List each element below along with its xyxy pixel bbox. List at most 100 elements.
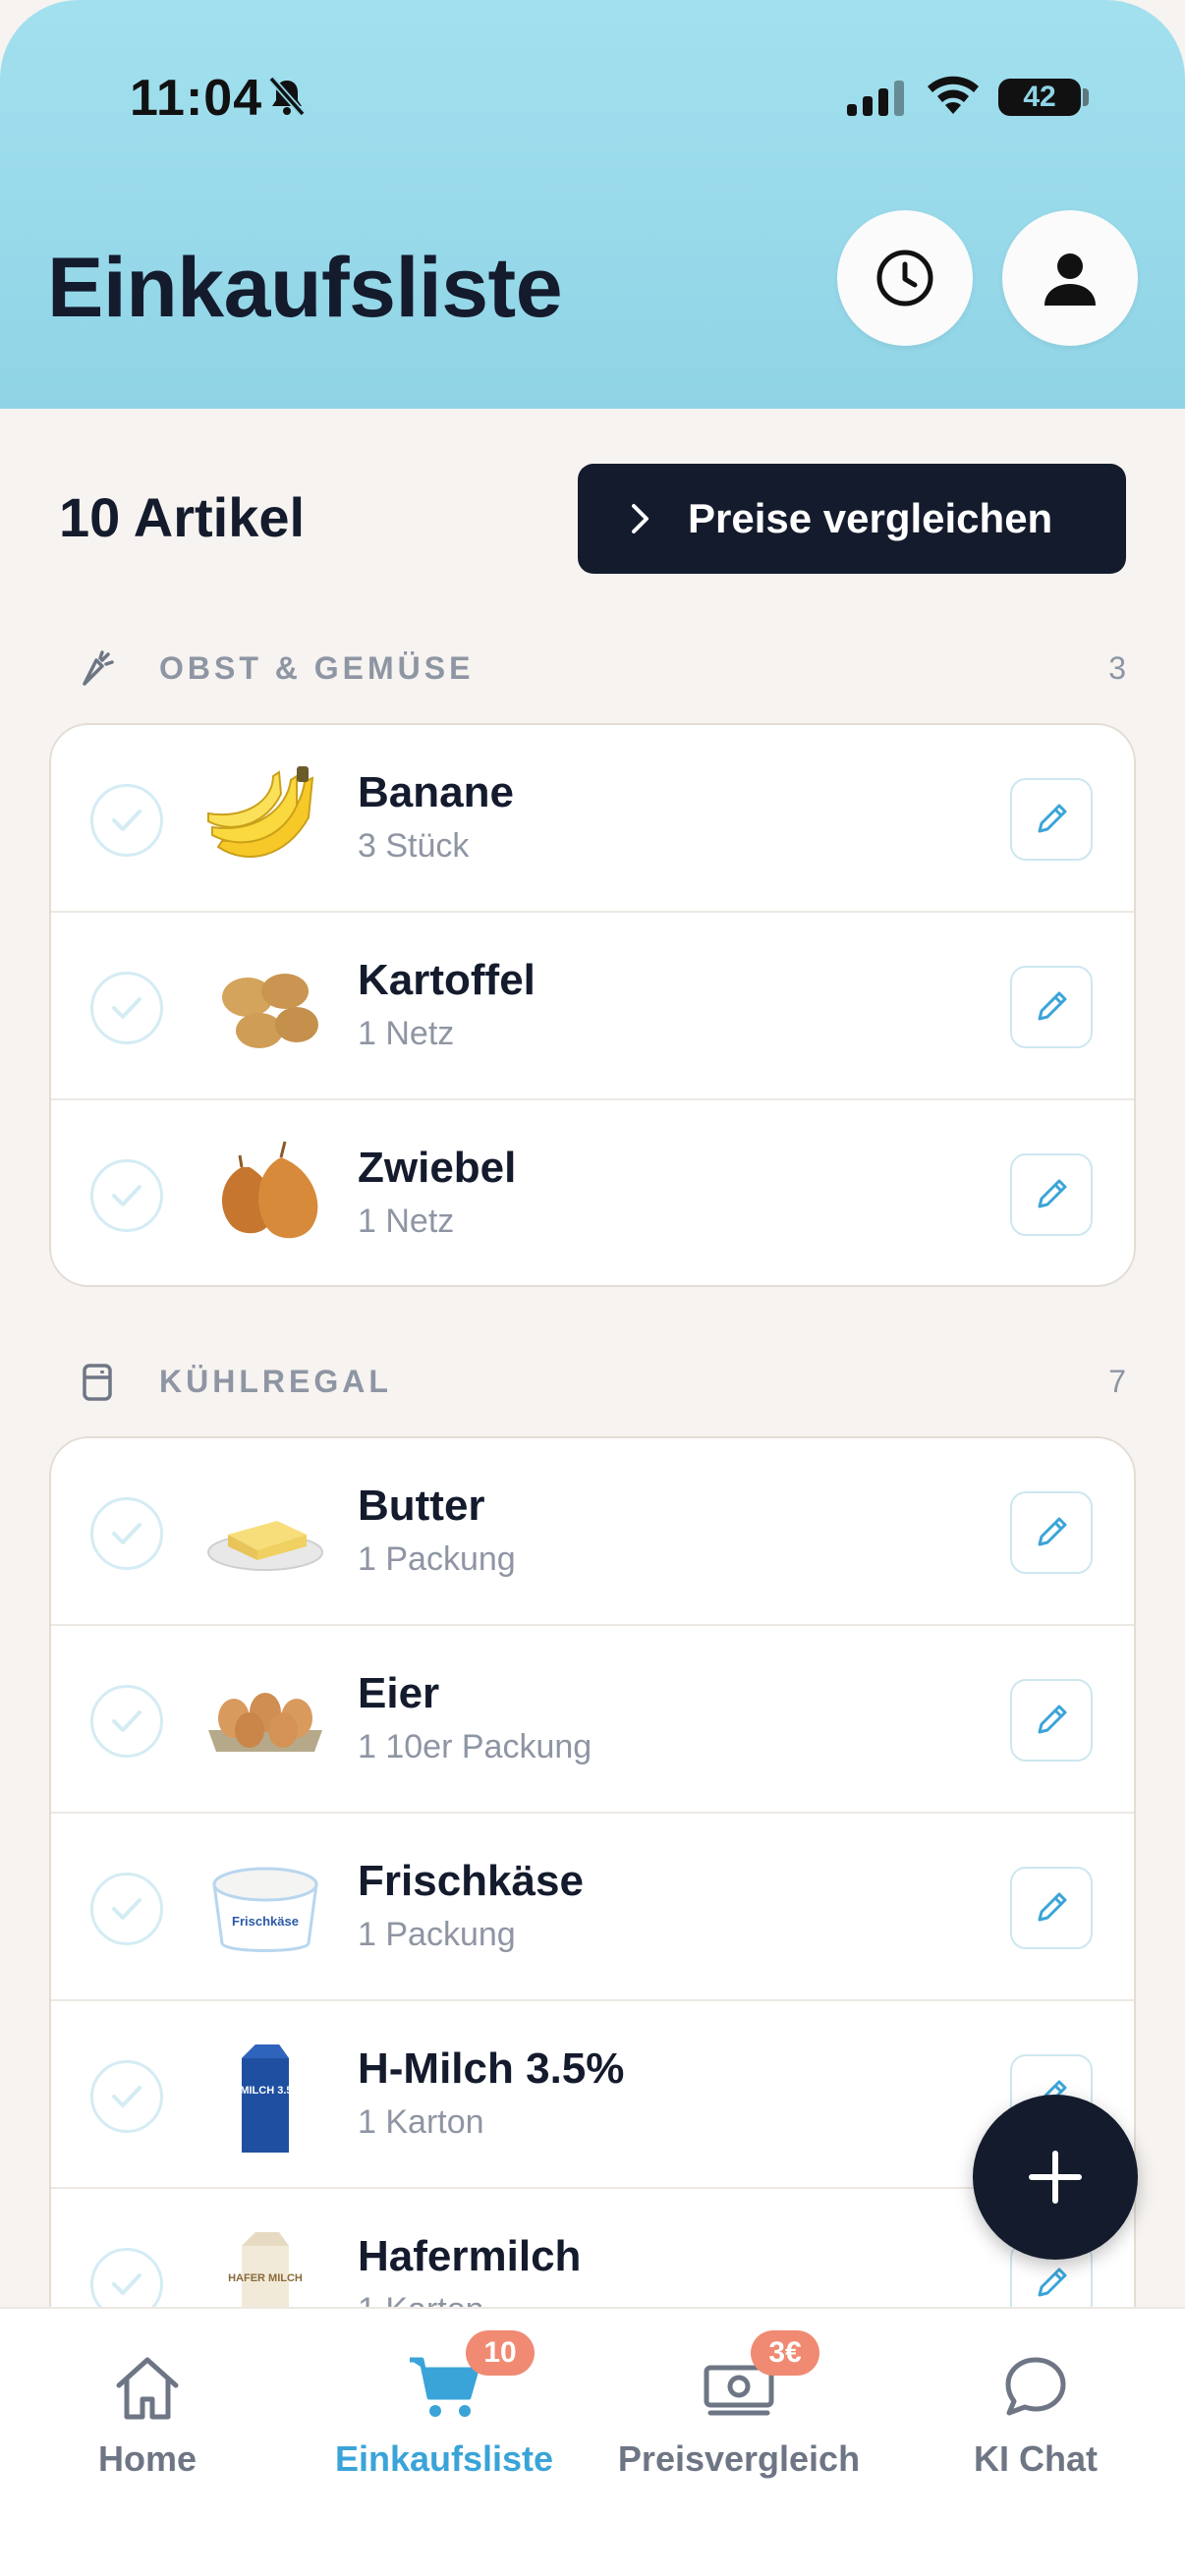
item-name: Butter [358,1482,485,1530]
pencil-icon [1038,1892,1067,1922]
milk-carton-image: H-MILCH 3.5% [229,2044,303,2153]
edit-button[interactable] [1010,1679,1093,1762]
check-icon [112,1710,141,1732]
item-name: Eier [358,1669,440,1717]
banana-image [207,766,314,858]
carrot-icon [83,650,114,686]
category-header-produce: OBST & GEMÜSE 3 [0,637,1185,696]
item-name: Hafermilch [358,2232,582,2280]
category-card-fridge: Butter 1 Packung Eier 1 10er Packung Fri… [49,1436,1136,2380]
category-count: 7 [1108,1364,1126,1399]
check-icon [112,2273,141,2295]
bell-muted-icon [268,76,306,117]
pencil-icon [1038,1179,1067,1208]
fridge-icon [83,1364,112,1401]
user-icon [1044,253,1096,306]
check-icon [112,997,141,1019]
category-label: OBST & GEMÜSE [159,650,475,686]
item-quantity: 1 Karton [358,2103,484,2141]
item-quantity: 1 Netz [358,1203,455,1240]
onion-image [221,1141,318,1239]
checkbox[interactable] [90,1873,163,1945]
checkbox[interactable] [90,784,163,857]
edit-button[interactable] [1010,1867,1093,1949]
cream-cheese-image: Frischkäse [212,1867,318,1952]
list-item[interactable]: Eier 1 10er Packung [51,1626,1134,1814]
chat-bubble-icon [1005,2357,1066,2416]
tab-shopping-list[interactable]: 10 Einkaufsliste [297,2309,592,2505]
package-label: HAFER MILCH [228,2272,303,2284]
chevron-right-icon [632,504,649,533]
edit-button[interactable] [1010,966,1093,1048]
item-name: H-Milch 3.5% [358,2044,625,2093]
list-item[interactable]: Frischkäse Frischkäse 1 Packung [51,1814,1134,2001]
battery-icon: 42 [998,79,1081,116]
check-icon [112,1898,141,1920]
pencil-icon [1038,991,1067,1021]
checkbox[interactable] [90,972,163,1044]
plus-icon [1029,2151,1082,2204]
signal-icon [847,81,904,116]
pencil-icon [1038,1705,1067,1734]
page-title: Einkaufsliste [47,241,563,335]
item-name: Banane [358,768,514,816]
list-item[interactable]: Butter 1 Packung [51,1438,1134,1626]
checkbox[interactable] [90,1685,163,1758]
category-header-fridge: KÜHLREGAL 7 [0,1350,1185,1409]
edit-button[interactable] [1010,1153,1093,1236]
butter-image [207,1521,323,1571]
compare-prices-button[interactable]: Preise vergleichen [578,464,1126,574]
check-icon [112,1185,141,1206]
package-label: Frischkäse [232,1914,299,1929]
pencil-icon [1038,804,1067,833]
check-icon [112,2086,141,2107]
checkbox[interactable] [90,1159,163,1232]
item-quantity: 1 Netz [358,1015,455,1052]
list-item[interactable]: Kartoffel 1 Netz [51,913,1134,1100]
tab-label: Home [97,2438,198,2479]
item-count: 10 Artikel [59,486,306,548]
tab-label: Einkaufsliste [334,2438,554,2479]
tab-price-compare[interactable]: 3€ Preisvergleich [592,2309,886,2505]
checkbox[interactable] [90,2060,163,2133]
item-name: Frischkäse [358,1857,584,1905]
pencil-icon [1038,1517,1067,1546]
list-item[interactable]: H-MILCH 3.5% H-Milch 3.5% 1 Karton [51,2001,1134,2189]
item-quantity: 3 Stück [358,827,470,865]
item-name: Zwiebel [358,1144,517,1192]
checkbox[interactable] [90,1497,163,1570]
add-item-button[interactable] [973,2095,1138,2260]
pencil-icon [1038,2268,1067,2297]
edit-button[interactable] [1010,1491,1093,1574]
category-label: KÜHLREGAL [159,1364,392,1399]
badge-count: 10 [466,2330,535,2376]
profile-button[interactable] [1002,210,1138,346]
tab-label: Preisvergleich [617,2438,861,2479]
clock-icon [876,250,933,307]
header: 11:04 42 Einkaufsliste [0,0,1185,409]
item-quantity: 1 Packung [358,1540,516,1578]
eggs-image [208,1693,322,1752]
potato-image [222,974,318,1048]
check-icon [112,810,141,831]
house-icon [116,2357,179,2420]
tab-ai-chat[interactable]: KI Chat [888,2309,1183,2505]
tab-bar: Home 10 Einkaufsliste 3€ Preisvergleich [0,2307,1185,2576]
category-count: 3 [1108,650,1126,686]
tab-home[interactable]: Home [0,2309,295,2505]
wifi-icon [928,76,979,114]
item-name: Kartoffel [358,956,536,1004]
badge-savings: 3€ [751,2330,819,2376]
list-item[interactable]: Banane 3 Stück [51,725,1134,913]
check-icon [112,1523,141,1544]
item-quantity: 1 Packung [358,1916,516,1953]
list-item[interactable]: Zwiebel 1 Netz [51,1100,1134,1285]
edit-button[interactable] [1010,778,1093,861]
history-button[interactable] [837,210,973,346]
status-time: 11:04 [130,70,263,127]
tab-label: KI Chat [974,2438,1098,2479]
compare-prices-label: Preise vergleichen [688,495,1053,541]
package-label: H-MILCH 3.5% [229,2085,303,2097]
category-card-produce: Banane 3 Stück Kartoffel 1 Netz Zwiebel … [49,723,1136,1287]
battery-cap [1083,88,1089,106]
